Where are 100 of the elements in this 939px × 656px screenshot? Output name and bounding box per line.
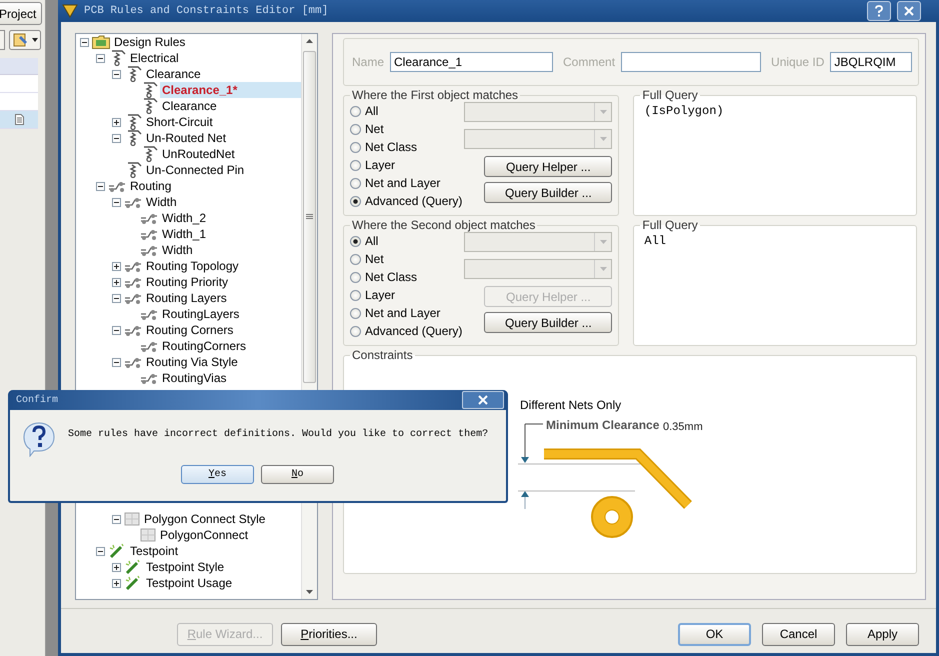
field-label: Name [352,55,384,69]
expander-icon[interactable] [112,198,121,206]
tree-item[interactable]: Width_1 [160,226,301,242]
trace-icon [124,275,142,289]
tree-item[interactable]: Un-Routed Net [144,130,301,146]
tree-item[interactable]: Testpoint [128,543,301,559]
tree-item[interactable]: Electrical [128,50,301,66]
expander-icon[interactable] [96,182,105,190]
expander-icon[interactable] [80,38,89,46]
probe-icon [124,575,142,591]
tree-item[interactable]: RoutingLayers [160,306,301,322]
dimension-arrow [521,491,529,510]
radio-option[interactable]: Advanced (Query) [350,322,462,340]
radio-option[interactable]: Net Class [350,268,462,286]
tree-item[interactable]: UnRoutedNet [160,146,301,162]
trace-icon [140,371,158,385]
window-title: PCB Rules and Constraints Editor [mm] [84,5,330,17]
tree-item[interactable]: Width_2 [160,210,301,226]
expander-icon[interactable] [112,262,121,270]
radio-option[interactable]: Net and Layer [350,174,462,192]
expander-icon[interactable] [112,118,121,126]
radio-option[interactable]: All [350,102,462,120]
tree-item[interactable]: Width [160,242,301,258]
query-helper-button[interactable]: Query Helper ... [484,156,612,177]
expander-icon[interactable] [112,514,121,524]
name-field[interactable]: Clearance_1 [390,52,554,72]
group-title: Full Query [641,218,699,232]
tree-item[interactable]: Routing Topology [144,258,301,274]
tree-item[interactable]: Routing [128,178,301,194]
help-button[interactable] [867,1,891,21]
tree-item[interactable]: Routing Priority [144,274,301,290]
expander-icon[interactable] [112,358,121,366]
radio-option[interactable]: Net [350,120,462,138]
expander-icon[interactable] [96,546,105,556]
group-title: Where the First object matches [351,88,520,102]
cancel-button[interactable]: Cancel [762,622,835,646]
tree-item[interactable]: Routing Via Style [144,354,301,370]
dialog-title: Confirm [16,394,58,406]
trace-icon [124,259,142,273]
ok-button[interactable]: OK [678,622,751,646]
close-button[interactable] [897,1,921,21]
tree-item[interactable]: Polygon Connect Style [142,511,301,527]
tree-item[interactable]: Clearance [160,98,301,114]
expander-icon[interactable] [96,54,105,62]
toolbar-button[interactable] [0,30,5,50]
app-icon [62,3,78,19]
tree-item[interactable]: Routing Layers [144,290,301,306]
expander-icon[interactable] [112,294,121,302]
group-title: Full Query [641,88,699,102]
query-builder-button[interactable]: Query Builder ... [484,312,612,333]
expander-icon[interactable] [112,134,121,142]
radio-option[interactable]: All [350,232,462,250]
tree-item[interactable]: Testpoint Usage [144,575,301,591]
project-button[interactable]: Project [0,2,42,25]
radio-option[interactable]: Net and Layer [350,304,462,322]
tree-item[interactable]: Routing Corners [144,322,301,338]
expander-icon[interactable] [112,578,121,588]
plane-icon [124,512,140,526]
trace-icon [124,195,142,209]
expander-icon[interactable] [112,278,121,286]
document-icon [15,114,24,125]
radio-option[interactable]: Net Class [350,138,462,156]
field-label: Comment [563,55,616,69]
no-button[interactable]: No [261,465,334,484]
grip-icon [306,214,313,220]
priorities-button[interactable]: Priorities... [281,622,377,646]
yes-button[interactable]: Yes [181,465,254,484]
caret-icon [600,267,607,271]
trace-icon [124,291,142,305]
query-builder-button[interactable]: Query Builder ... [484,182,612,203]
tree-item[interactable]: Width [144,194,301,210]
tree-item[interactable]: PolygonConnect [158,527,301,543]
close-icon [478,395,488,405]
list-header [0,58,38,75]
tree-item[interactable]: RoutingCorners [160,338,301,354]
group-title: Constraints [351,348,414,362]
comment-field[interactable] [621,52,762,72]
tree-item[interactable]: Clearance_1* [160,82,301,98]
radio-option[interactable]: Advanced (Query) [350,192,462,210]
tree-item[interactable]: RoutingVias [160,370,301,386]
trace-icon [140,243,158,257]
group-title: Where the Second object matches [351,218,536,232]
tree-item[interactable]: Short-Circuit [144,114,301,130]
close-button[interactable] [462,391,504,409]
radio-option[interactable]: Layer [350,156,462,174]
tree-item[interactable]: Testpoint Style [144,559,301,575]
apply-button[interactable]: Apply [846,622,919,646]
probe-icon [124,559,142,575]
unique-id-field[interactable]: JBQLRQIM [830,52,912,72]
notebook-icon[interactable] [9,30,41,50]
tree-item[interactable]: Un-Connected Pin [144,162,301,178]
trace-icon [140,307,158,321]
expander-icon[interactable] [112,326,121,334]
radio-option[interactable]: Net [350,250,462,268]
tree-item[interactable]: Clearance [144,66,301,82]
tree-item[interactable]: Design Rules [112,34,301,50]
trace-icon [140,211,158,225]
expander-icon[interactable] [112,562,121,572]
expander-icon[interactable] [112,70,121,78]
radio-option[interactable]: Layer [350,286,462,304]
